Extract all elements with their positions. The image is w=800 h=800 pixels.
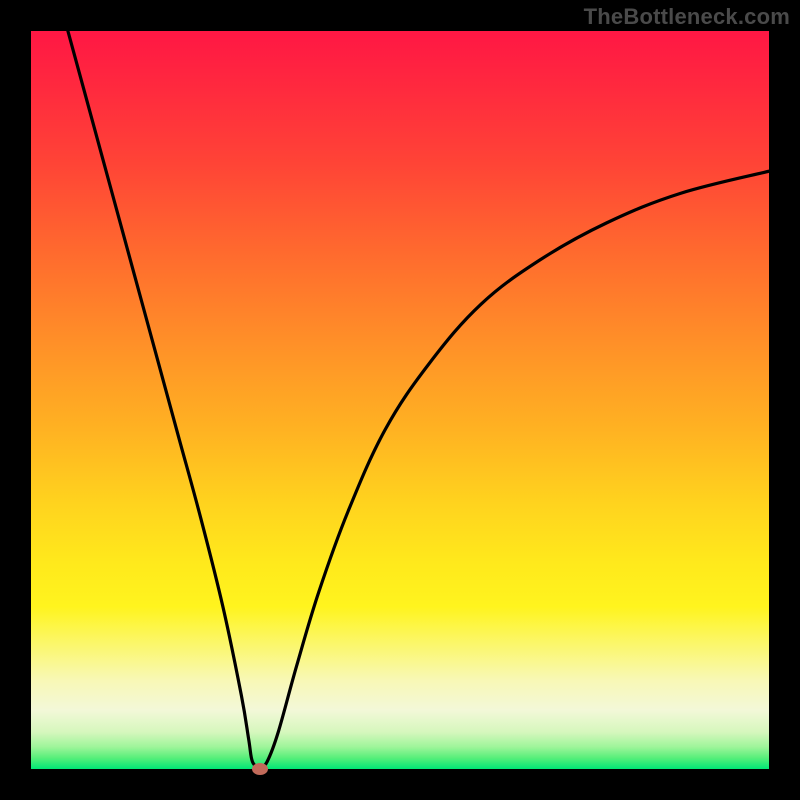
bottleneck-curve (68, 31, 769, 769)
watermark-text: TheBottleneck.com (584, 4, 790, 30)
chart-frame: TheBottleneck.com (0, 0, 800, 800)
plot-area (31, 31, 769, 769)
cusp-marker (252, 763, 268, 775)
curve-svg (31, 31, 769, 769)
